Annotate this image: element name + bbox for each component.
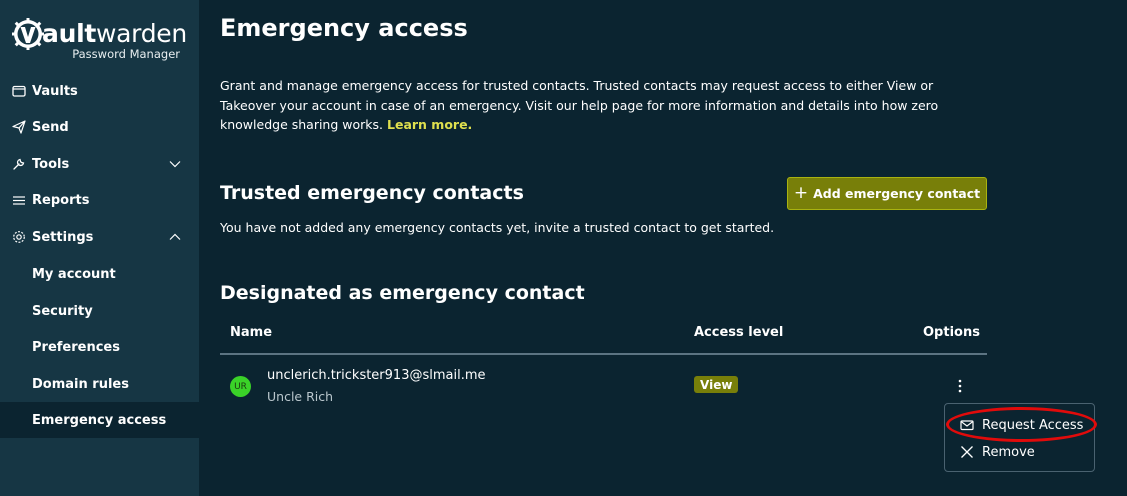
brand-subtitle: Password Manager: [72, 47, 180, 61]
intro-line-3: knowledge sharing works.: [220, 117, 384, 132]
vault-icon: [12, 85, 26, 97]
close-icon: [961, 446, 973, 458]
table-header-divider: [220, 353, 987, 355]
trusted-contacts-heading: Trusted emergency contacts: [220, 182, 524, 204]
intro-text: Grant and manage emergency access for tr…: [220, 76, 960, 135]
add-button-label: Add emergency contact: [813, 186, 981, 201]
vaultwarden-gear-logo-icon: [12, 18, 44, 50]
sidebar-item-label: Emergency access: [32, 412, 167, 428]
intro-line-1: Grant and manage emergency access for tr…: [220, 78, 934, 93]
gear-icon: [13, 231, 25, 243]
sidebar-item-vaults[interactable]: Vaults: [0, 73, 199, 109]
vaultwarden-logo[interactable]: aultwarden Password Manager: [12, 14, 192, 62]
sidebar-item-label: Domain rules: [32, 376, 129, 392]
reports-icon: [13, 196, 25, 205]
sidebar-item-label: My account: [32, 266, 116, 282]
sidebar-item-label: Settings: [32, 229, 94, 245]
sidebar-item-label: Preferences: [32, 339, 120, 355]
sidebar-item-settings[interactable]: Settings: [0, 219, 199, 255]
wrench-icon: [13, 158, 25, 170]
menu-item-label: Remove: [982, 444, 1035, 460]
send-icon: [12, 120, 26, 134]
sidebar-item-emergency-access[interactable]: Emergency access: [0, 402, 199, 438]
trusted-contacts-empty-text: You have not added any emergency contact…: [220, 220, 775, 235]
sidebar: aultwarden Password Manager Vaults Send …: [0, 0, 199, 496]
plus-icon: +: [793, 183, 809, 203]
access-level-badge: View: [694, 376, 739, 393]
options-kebab-icon[interactable]: [955, 377, 965, 395]
sidebar-item-my-account[interactable]: My account: [0, 256, 199, 292]
avatar: UR: [230, 376, 251, 397]
column-header-access-level: Access level: [694, 325, 784, 340]
page-title: Emergency access: [220, 14, 468, 42]
sidebar-item-label: Reports: [32, 192, 90, 208]
chevron-up-icon[interactable]: [169, 231, 181, 243]
add-emergency-contact-button[interactable]: + Add emergency contact: [787, 177, 987, 210]
sidebar-item-domain-rules[interactable]: Domain rules: [0, 366, 199, 402]
sidebar-item-preferences[interactable]: Preferences: [0, 329, 199, 365]
request-access-highlight-annotation: [946, 407, 1097, 442]
contact-email: unclerich.trickster913@slmail.me: [267, 368, 486, 383]
sidebar-item-label: Vaults: [32, 83, 78, 99]
brand-name: aultwarden: [42, 19, 187, 48]
sidebar-item-send[interactable]: Send: [0, 109, 199, 145]
sidebar-item-label: Security: [32, 303, 93, 319]
sidebar-item-security[interactable]: Security: [0, 293, 199, 329]
sidebar-item-tools[interactable]: Tools: [0, 146, 199, 182]
column-header-options: Options: [923, 325, 980, 340]
sidebar-item-label: Tools: [32, 156, 70, 172]
learn-more-link[interactable]: Learn more.: [387, 117, 472, 132]
sidebar-item-label: Send: [32, 119, 69, 135]
contact-name: Uncle Rich: [267, 389, 334, 404]
menu-item-remove[interactable]: Remove: [945, 439, 1096, 465]
sidebar-item-reports[interactable]: Reports: [0, 182, 199, 218]
designated-heading: Designated as emergency contact: [220, 282, 585, 304]
column-header-name: Name: [230, 325, 273, 340]
chevron-down-icon[interactable]: [169, 158, 181, 170]
intro-line-2: Takeover your account in case of an emer…: [220, 97, 939, 113]
